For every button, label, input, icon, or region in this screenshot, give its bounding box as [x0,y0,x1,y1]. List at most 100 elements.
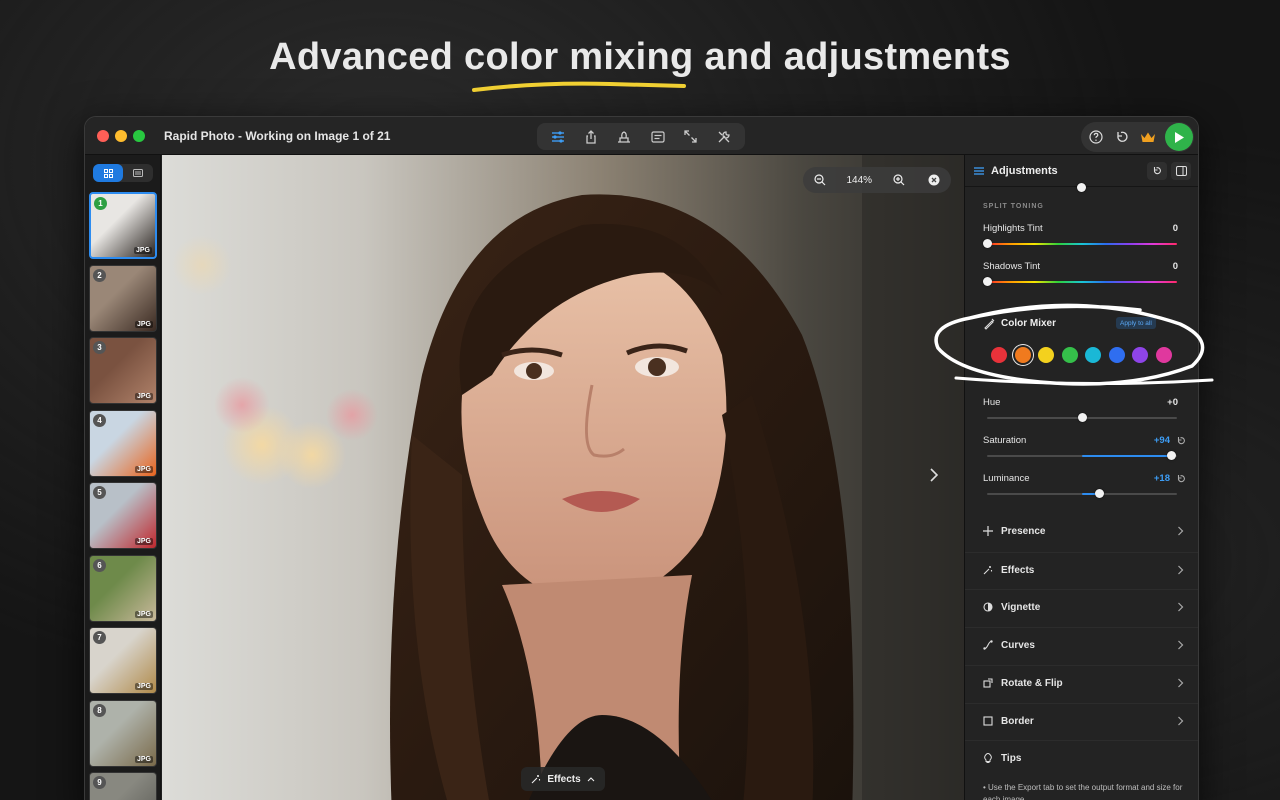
sliders-icon [551,130,564,143]
zoom-out-icon [814,174,826,186]
stamp-tool-button[interactable] [613,126,635,148]
thumbnail-5[interactable]: 5 JPG [89,482,157,549]
thumbnail-8[interactable]: 8 JPG [89,699,157,767]
thumbnail-number: 5 [93,486,106,499]
close-circle-icon [928,174,940,186]
section-vignette[interactable]: Vignette [965,589,1198,625]
color-swatches [991,347,1172,363]
zoom-window-button[interactable] [133,130,145,142]
grid-view-button[interactable] [93,164,123,182]
minimize-window-button[interactable] [115,130,127,142]
format-badge: JPG [133,247,152,254]
adjustments-tool-button[interactable] [547,126,569,148]
zoom-level: 144% [846,174,873,186]
help-button[interactable] [1085,126,1107,148]
color-swatch-5[interactable] [1085,347,1101,363]
section-effects[interactable]: Effects [965,551,1198,588]
thumbnail-3[interactable]: 3 JPG [89,337,157,404]
luminance-reset-icon[interactable] [1176,474,1186,484]
resize-tool-button[interactable] [680,126,702,148]
next-image-button[interactable] [928,467,940,488]
highlights-tint-label: Highlights Tint [983,223,1043,234]
section-label: Effects [1001,564,1035,576]
color-swatch-3[interactable] [1038,347,1054,363]
text-tool-button[interactable] [647,126,669,148]
highlights-tint-value: 0 [1172,223,1178,234]
close-window-button[interactable] [97,130,109,142]
export-play-button[interactable] [1165,123,1193,151]
zoom-out-button[interactable] [811,171,829,189]
zoom-reset-button[interactable] [925,171,943,189]
lightbulb-icon [984,753,992,764]
thumbnail-9[interactable]: 9 [89,772,157,800]
color-swatch-6[interactable] [1108,347,1125,363]
saturation-reset-icon[interactable] [1176,436,1186,446]
chevron-right-icon [1178,526,1184,536]
section-tips[interactable]: Tips [965,740,1198,776]
thumbnail-4[interactable]: 4 JPG [89,409,157,477]
share-tool-button[interactable] [580,126,602,148]
app-window: Rapid Photo - Working on Image 1 of 21 1… [84,116,1199,800]
color-swatch-7[interactable] [1132,347,1148,363]
shadows-tint-knob[interactable] [982,277,992,286]
color-swatch-4[interactable] [1061,347,1078,363]
zoom-in-button[interactable] [890,171,908,189]
underline-stroke [472,81,686,92]
toggle-panel-button[interactable] [1171,162,1191,180]
reset-adjustments-button[interactable] [1147,162,1167,180]
premium-button[interactable] [1137,126,1159,148]
crown-icon [1141,132,1155,142]
highlights-tint-knob[interactable] [982,239,992,248]
section-label: Rotate & Flip [1001,677,1063,689]
thumbnail-sidebar: 1 JPG 2 JPG 3 JPG 4 JPG 5 JPG 6 JPG 7 JPG 8 JPG 9 [85,155,161,800]
headline: Advanced color mixing and adjustments [269,36,1011,78]
shadows-tint-slider[interactable] [987,281,1177,283]
tools-tool-button[interactable] [713,126,735,148]
section-label: Presence [1001,526,1046,537]
saturation-label: Saturation [983,435,1027,446]
hue-value: +0 [1167,397,1178,408]
thumbnail-number: 7 [93,631,106,644]
thumbnail-7[interactable]: 7 JPG [89,627,157,694]
undo-button[interactable] [1111,126,1133,148]
thumbnail-2[interactable]: 2 JPG [89,264,157,332]
expand-arrows-icon [684,130,698,143]
hue-knob[interactable] [1077,413,1087,422]
chevron-right-icon [1178,716,1184,725]
apply-to-all-button[interactable]: Apply to all [1116,317,1156,329]
scroll-top-slider-knob[interactable] [1077,183,1086,192]
vignette-icon [983,602,993,612]
share-icon [586,129,596,144]
saturation-knob[interactable] [1166,451,1176,460]
toolbar-right [1081,122,1194,152]
text-block-icon [651,130,665,143]
view-toggle [93,164,153,182]
list-view-button[interactable] [123,164,153,182]
color-swatch-8[interactable] [1155,347,1172,363]
chevron-right-icon [1178,565,1184,575]
brush-icon [984,318,995,330]
luminance-knob[interactable] [1094,489,1104,498]
thumbnail-number: 4 [93,413,106,427]
section-border[interactable]: Border [965,702,1198,739]
border-icon [983,715,993,726]
effects-menu-button[interactable]: Effects [521,767,605,791]
shadows-tint-value: 0 [1172,261,1178,272]
section-presence[interactable]: Presence [965,514,1198,550]
section-rotate-flip[interactable]: Rotate & Flip [965,664,1198,701]
color-swatch-2[interactable] [1014,347,1031,363]
section-curves[interactable]: Curves [965,627,1198,663]
question-icon [1089,130,1103,144]
thumbnail-1[interactable]: 1 JPG [89,192,157,259]
sliders-icon [973,164,985,182]
format-badge: JPG [134,683,153,690]
thumbnail-6[interactable]: 6 JPG [89,554,157,622]
image-canvas[interactable]: 144% Effects [162,155,964,800]
stamp-icon [618,130,631,143]
curves-icon [983,640,993,650]
highlights-tint-slider[interactable] [987,243,1177,245]
color-swatch-1[interactable] [991,347,1007,363]
luminance-label: Luminance [983,473,1030,484]
tips-text: • Use the Export tab to set the output f… [983,783,1183,800]
titlebar: Rapid Photo - Working on Image 1 of 21 [85,117,1198,155]
